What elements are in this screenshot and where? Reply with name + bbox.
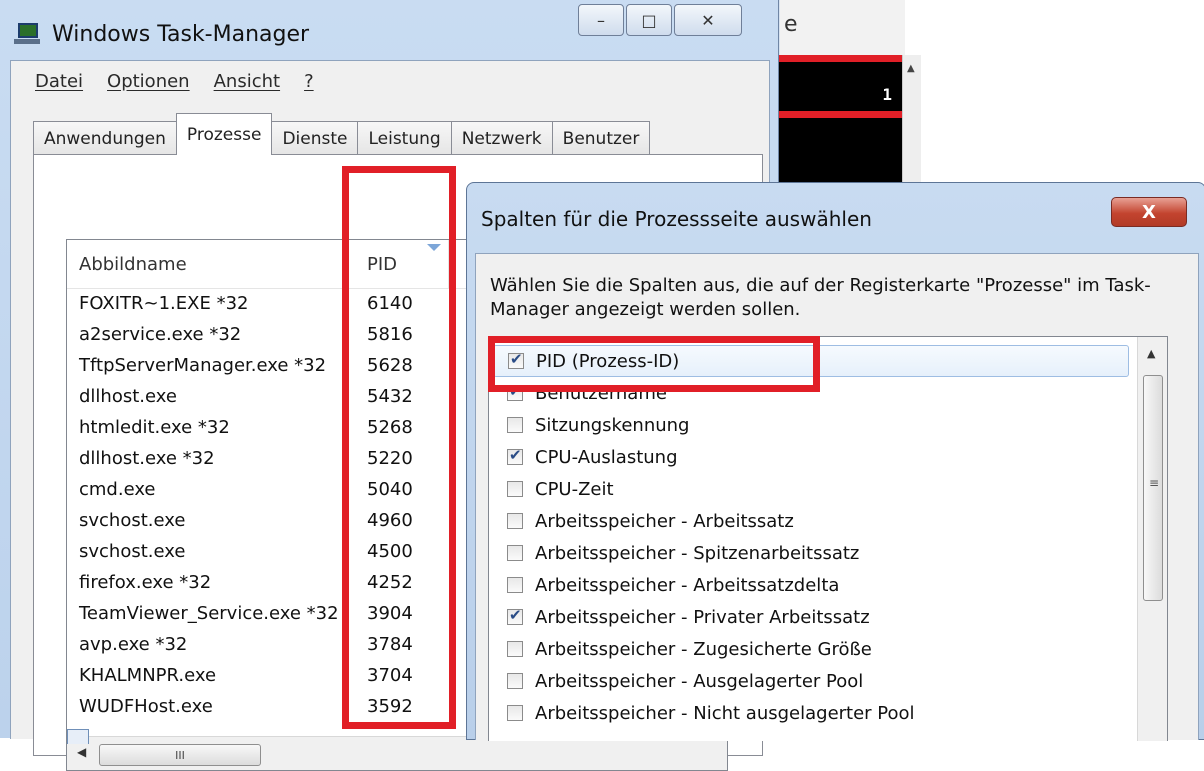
show-all-users-checkbox[interactable] — [67, 729, 89, 744]
tab-netzwerk[interactable]: Netzwerk — [450, 121, 553, 155]
maximize-button[interactable]: □ — [626, 4, 672, 36]
scroll-up-icon[interactable]: ▲ — [1147, 347, 1155, 360]
window-title: Windows Task-Manager — [52, 21, 310, 47]
column-option[interactable]: Arbeitsspeicher - Privater Arbeitssatz — [489, 601, 1129, 633]
column-option-label: Arbeitsspeicher - Spitzenarbeitssatz — [535, 542, 860, 564]
console-red-line-top — [776, 55, 902, 62]
column-option-label: Arbeitsspeicher - Ausgelagerter Pool — [535, 670, 864, 692]
process-name: avp.exe *32 — [79, 634, 188, 655]
vertical-scrollbar[interactable]: ▲ ≡ — [1137, 337, 1167, 741]
dialog-title: Spalten für die Prozessseite auswählen — [481, 207, 872, 231]
menu-datei[interactable]: Datei — [35, 71, 83, 92]
minimize-button[interactable]: – — [578, 4, 624, 36]
checkbox-unchecked-icon[interactable] — [507, 545, 523, 561]
dialog-body: Wählen Sie die Spalten aus, die auf der … — [475, 253, 1199, 741]
checkbox-unchecked-icon[interactable] — [507, 417, 523, 433]
select-columns-dialog: Spalten für die Prozessseite auswählen X… — [466, 182, 1204, 741]
checkbox-unchecked-icon[interactable] — [507, 641, 523, 657]
column-option-label: Arbeitsspeicher - Privater Arbeitssatz — [535, 606, 870, 628]
checkbox-unchecked-icon[interactable] — [507, 673, 523, 689]
checkbox-unchecked-icon[interactable] — [507, 481, 523, 497]
menu-optionen[interactable]: Optionen — [107, 71, 190, 92]
column-option-label: CPU-Auslastung — [535, 446, 678, 468]
scroll-left-icon[interactable]: ◀ — [77, 745, 86, 759]
column-option-label: Arbeitsspeicher - Arbeitssatzdelta — [535, 574, 840, 596]
column-option[interactable]: Arbeitsspeicher - Zugesicherte Größe — [489, 633, 1129, 665]
process-name: TeamViewer_Service.exe *32 — [79, 603, 339, 624]
column-option[interactable]: Arbeitsspeicher - Ausgelagerter Pool — [489, 665, 1129, 697]
console-number: 1 — [882, 85, 892, 104]
column-option[interactable]: Arbeitsspeicher - Arbeitssatzdelta — [489, 569, 1129, 601]
menu-bar: Datei Optionen Ansicht ? — [11, 61, 769, 101]
title-bar: Windows Task-Manager — [14, 14, 309, 54]
column-option-label: Arbeitsspeicher - Arbeitssatz — [535, 510, 794, 532]
column-option[interactable]: Sitzungskennung — [489, 409, 1129, 441]
process-name: svchost.exe — [79, 541, 186, 562]
scroll-up-icon[interactable]: ▲ — [907, 63, 915, 74]
process-name: TftpServerManager.exe *32 — [79, 355, 327, 376]
process-name: dllhost.exe *32 — [79, 448, 215, 469]
close-button[interactable]: ✕ — [674, 4, 742, 36]
task-manager-icon — [14, 23, 40, 45]
column-options-list[interactable]: PID (Prozess-ID)BenutzernameSitzungskenn… — [488, 336, 1168, 741]
column-header-abbildname[interactable]: Abbildname — [67, 240, 349, 288]
column-option-label: Arbeitsspeicher - Nicht ausgelagerter Po… — [535, 702, 915, 724]
scroll-grip-icon: ≡ — [1149, 476, 1160, 490]
highlight-pid-option — [488, 336, 820, 392]
process-name: htmledit.exe *32 — [79, 417, 230, 438]
column-option[interactable]: Arbeitsspeicher - Nicht ausgelagerter Po… — [489, 697, 1129, 729]
checkbox-unchecked-icon[interactable] — [507, 577, 523, 593]
tab-benutzer[interactable]: Benutzer — [551, 121, 651, 155]
console-red-line-bottom — [776, 111, 902, 118]
tab-edge-glyph: e — [784, 12, 798, 37]
column-option[interactable]: Arbeitsspeicher - Spitzenarbeitssatz — [489, 537, 1129, 569]
column-option-label: Arbeitsspeicher - Zugesicherte Größe — [535, 638, 872, 660]
horizontal-scrollbar[interactable]: ◀ III — [67, 736, 727, 770]
column-option[interactable]: CPU-Zeit — [489, 473, 1129, 505]
tab-bar: Anwendungen Prozesse Dienste Leistung Ne… — [33, 113, 651, 155]
highlight-pid-column — [342, 166, 456, 729]
process-name: firefox.exe *32 — [79, 572, 212, 593]
process-name: cmd.exe — [79, 479, 156, 500]
process-name: KHALMNPR.exe — [79, 665, 217, 686]
background-window-tab[interactable]: e — [780, 0, 905, 56]
process-name: svchost.exe — [79, 510, 186, 531]
window-controls: – □ ✕ — [578, 4, 744, 36]
vertical-scroll-thumb[interactable]: ≡ — [1143, 375, 1163, 601]
tab-leistung[interactable]: Leistung — [357, 121, 452, 155]
menu-help[interactable]: ? — [304, 71, 314, 92]
process-name: dllhost.exe — [79, 386, 177, 407]
process-name: a2service.exe *32 — [79, 324, 242, 345]
process-name: WUDFHost.exe — [79, 696, 213, 717]
tab-dienste[interactable]: Dienste — [271, 121, 359, 155]
dialog-description: Wählen Sie die Spalten aus, die auf der … — [490, 275, 1151, 320]
column-option-label: CPU-Zeit — [535, 478, 614, 500]
checkbox-unchecked-icon[interactable] — [507, 705, 523, 721]
column-option[interactable]: Arbeitsspeicher - Arbeitssatz — [489, 505, 1129, 537]
checkbox-checked-icon[interactable] — [507, 446, 523, 465]
tab-prozesse[interactable]: Prozesse — [175, 113, 273, 155]
checkbox-checked-icon[interactable] — [507, 606, 523, 625]
process-name: FOXITR~1.EXE *32 — [79, 293, 249, 314]
horizontal-scroll-thumb[interactable]: III — [99, 744, 261, 766]
checkbox-unchecked-icon[interactable] — [507, 513, 523, 529]
column-option[interactable]: CPU-Auslastung — [489, 441, 1129, 473]
column-option-label: Sitzungskennung — [535, 414, 690, 436]
tab-anwendungen[interactable]: Anwendungen — [33, 121, 177, 155]
menu-ansicht[interactable]: Ansicht — [214, 71, 280, 92]
dialog-close-button[interactable]: X — [1111, 197, 1187, 227]
